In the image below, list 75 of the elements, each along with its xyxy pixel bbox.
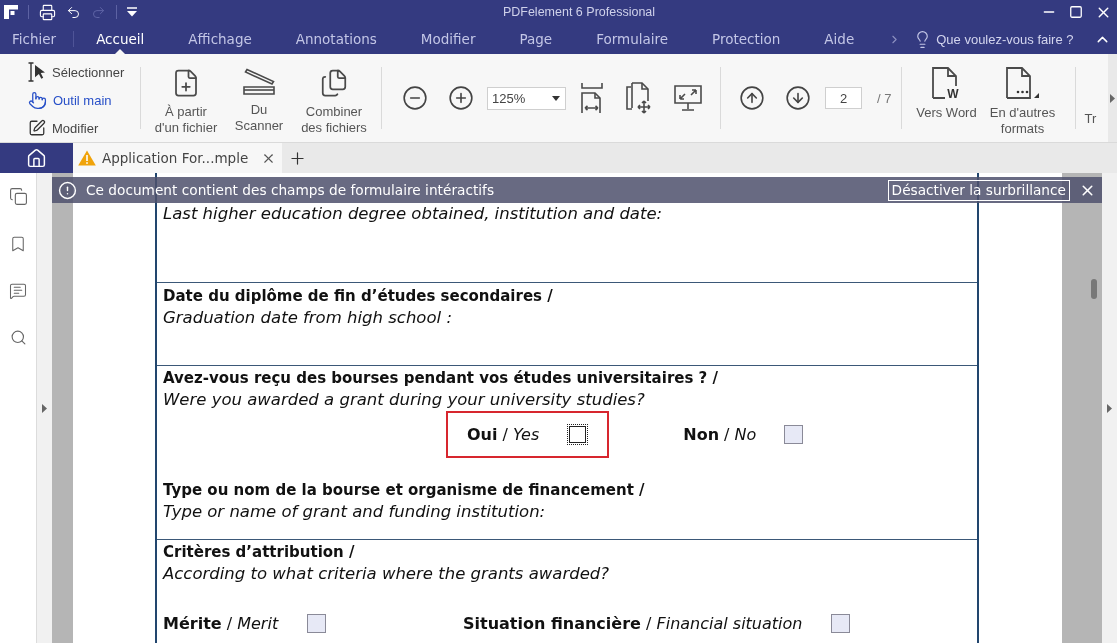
form-question-translation: Type or name of grant and funding institution: <box>163 501 547 522</box>
tool-button[interactable]: Sélectionner <box>28 58 130 86</box>
menu-tab[interactable]: Protection <box>690 24 803 54</box>
search-icon[interactable] <box>9 329 27 346</box>
home-button[interactable] <box>0 143 73 173</box>
option-label: Oui / Yes <box>467 424 540 445</box>
page-total: / 7 <box>877 90 892 106</box>
form-question: Critères d’attribution / <box>163 542 356 563</box>
arrow-up-icon[interactable] <box>739 85 765 111</box>
home-icon <box>26 147 47 169</box>
option-label: Situation financière / Financial situation <box>463 613 803 634</box>
menu-tab[interactable]: Aide <box>802 24 877 54</box>
page-number-field[interactable]: 2 <box>825 87 862 109</box>
notification-message: Ce document contient des champs de formulaire intéractifs <box>86 182 495 198</box>
ribbon-button[interactable]: Du Scanner <box>231 54 287 134</box>
ribbon-button[interactable]: En d'autres formats <box>984 54 1061 137</box>
zoom-out-icon[interactable] <box>402 85 428 111</box>
pen-square-icon <box>28 119 46 137</box>
zoom-dropdown[interactable]: 125% <box>487 86 566 110</box>
option-label: Mérite / Merit <box>163 613 279 634</box>
checkbox[interactable] <box>831 614 851 633</box>
comment-icon[interactable] <box>9 282 27 300</box>
panel-toggle[interactable] <box>37 173 52 643</box>
form-question-translation: According to what criteria where the grants awarded? <box>163 563 610 584</box>
panel-toggle[interactable] <box>1102 173 1117 643</box>
caret-icon <box>552 95 560 101</box>
window-title: PDFelement 6 Professional <box>501 5 657 19</box>
ribbon-button[interactable]: Tr <box>1080 54 1101 127</box>
form-question-translation: Last higher education degree obtained, institution and date: <box>163 203 664 224</box>
tool-button[interactable]: Outil main <box>28 86 130 114</box>
caret-icon <box>1107 403 1112 413</box>
file-dots-icon <box>1005 67 1040 99</box>
document-tab[interactable]: Application For...mple <box>73 143 282 173</box>
pages-icon[interactable] <box>8 187 28 206</box>
fullscreen-monitor-icon[interactable] <box>674 85 702 111</box>
checkbox[interactable] <box>784 425 804 444</box>
ribbon-button[interactable]: À partir d'un fichier <box>152 54 220 136</box>
form-question: Date du diplôme de fin d’études secondaires / <box>163 286 554 307</box>
menu-tab[interactable]: Accueil <box>74 24 167 54</box>
ribbon-scroll-button[interactable] <box>1108 54 1117 142</box>
dropdown-icon[interactable] <box>127 7 137 17</box>
menu-tab[interactable]: Page <box>497 24 575 54</box>
disable-highlight-button[interactable]: Désactiver la surbrillance <box>887 179 1070 201</box>
bookmark-icon[interactable] <box>9 235 27 253</box>
option-label: Non / No <box>683 424 757 445</box>
app-logo-icon <box>4 5 18 19</box>
menu-tab[interactable]: Affichage <box>166 24 274 54</box>
menu-tab[interactable]: Modifier <box>398 24 498 54</box>
help-search-prompt[interactable]: Que voulez-vous faire ? <box>936 31 1074 47</box>
menu-tab[interactable]: Annotations <box>273 24 399 54</box>
select-cursor-icon <box>28 62 46 82</box>
checkbox[interactable] <box>307 614 327 633</box>
form-question: Type ou nom de la bourse et organisme de financement / <box>163 480 646 501</box>
undo-icon[interactable] <box>66 4 81 20</box>
scrollbar-thumb[interactable] <box>1091 279 1097 299</box>
scanner-icon <box>243 68 275 96</box>
fit-width-icon[interactable] <box>580 82 604 114</box>
hand-pointer-icon <box>28 90 47 110</box>
ribbon-button[interactable]: W Vers Word <box>912 54 981 121</box>
arrow-down-icon[interactable] <box>785 85 811 111</box>
ribbon-button[interactable]: Combiner des fichiers <box>296 54 372 136</box>
form-question-translation: Graduation date from high school : <box>163 307 453 328</box>
tool-button[interactable]: Modifier <box>28 114 130 142</box>
menu-tab[interactable]: Fichier <box>0 24 74 54</box>
caret-icon <box>42 403 47 413</box>
form-question-translation: Were you awarded a grant during your university studies? <box>163 389 646 410</box>
files-icon <box>319 68 349 98</box>
menu-tab[interactable]: Formulaire <box>574 24 691 54</box>
caret-icon <box>1110 93 1115 103</box>
pages-move-icon[interactable] <box>626 82 652 114</box>
maximize-icon[interactable] <box>1069 5 1083 19</box>
info-icon <box>58 180 77 200</box>
printer-icon[interactable] <box>39 3 56 21</box>
zoom-in-icon[interactable] <box>448 85 474 111</box>
form-question: Avez-vous reçu des bourses pendant vos études universitaires ? / <box>163 368 719 389</box>
